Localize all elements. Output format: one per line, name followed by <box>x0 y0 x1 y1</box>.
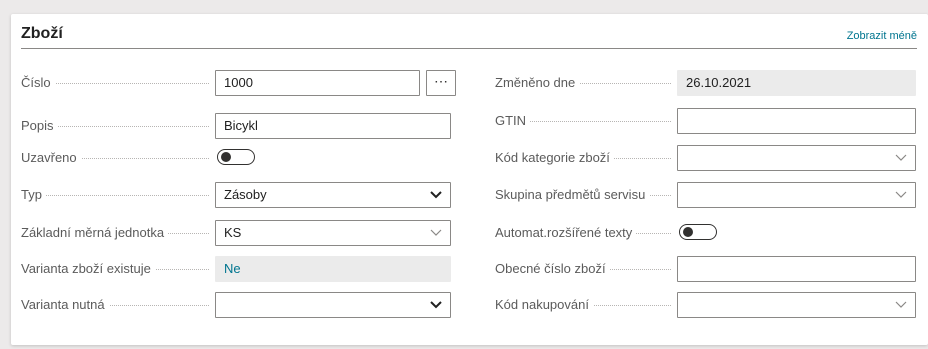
variant-mandatory-select[interactable] <box>215 292 451 318</box>
field-row-jednotka: Základní měrná jednotka KS <box>21 220 455 246</box>
type-select-value: Zásoby <box>224 187 267 202</box>
field-label: Změněno dne <box>495 70 675 96</box>
field-row-automat-texty: Automat.rozšířené texty <box>495 220 917 246</box>
description-input[interactable]: Bicykl <box>215 113 451 139</box>
field-row-zmeneno: Změněno dne 26.10.2021 <box>495 70 917 96</box>
chevron-down-icon <box>895 191 907 198</box>
chevron-down-icon <box>895 301 907 308</box>
card-header: Zboží Zobrazit méně <box>21 22 917 49</box>
field-label: Číslo <box>21 70 213 96</box>
field-row-obecne-cislo: Obecné číslo zboží <box>495 256 917 282</box>
chevron-down-icon <box>895 154 907 161</box>
card-title: Zboží <box>21 25 63 42</box>
service-item-group-select[interactable] <box>677 182 916 208</box>
field-row-cislo: Číslo 1000 ⋯ <box>21 70 456 96</box>
field-row-varianta-nutna: Varianta nutná <box>21 292 455 318</box>
last-modified-value: 26.10.2021 <box>677 70 916 96</box>
common-item-no-input[interactable] <box>677 256 916 282</box>
automatic-ext-texts-toggle[interactable] <box>679 224 717 240</box>
base-unit-value: KS <box>224 225 242 240</box>
field-row-typ: Typ Zásoby <box>21 182 455 208</box>
gtin-input[interactable] <box>677 108 916 134</box>
field-label: Základní měrná jednotka <box>21 220 213 246</box>
field-label: Kód nakupování <box>495 292 675 318</box>
field-label: Typ <box>21 182 213 208</box>
ellipsis-icon[interactable]: ⋯ <box>426 70 456 96</box>
field-label: Varianta nutná <box>21 292 213 318</box>
field-label: Automat.rozšířené texty <box>495 220 675 246</box>
item-category-select[interactable] <box>677 145 916 171</box>
chevron-down-icon <box>430 191 442 199</box>
field-label: Varianta zboží existuje <box>21 256 213 282</box>
toggle-knob <box>683 227 693 237</box>
field-row-varianta-existuje: Varianta zboží existuje Ne <box>21 256 455 282</box>
field-label: GTIN <box>495 108 675 134</box>
field-label: Uzavřeno <box>21 145 213 171</box>
field-label: Popis <box>21 113 213 139</box>
show-less-link[interactable]: Zobrazit méně <box>847 30 917 42</box>
chevron-down-icon <box>430 301 442 309</box>
toggle-knob <box>221 152 231 162</box>
blocked-toggle[interactable] <box>217 149 255 165</box>
variant-exists-value[interactable]: Ne <box>215 256 451 282</box>
base-unit-select[interactable]: KS <box>215 220 451 246</box>
item-card: Zboží Zobrazit méně Číslo 1000 ⋯ Popis B… <box>11 14 928 345</box>
field-label: Skupina předmětů servisu <box>495 182 675 208</box>
field-label: Obecné číslo zboží <box>495 256 675 282</box>
number-input[interactable]: 1000 <box>215 70 420 96</box>
field-row-uzavreno: Uzavřeno <box>21 145 455 171</box>
field-row-kategorie: Kód kategorie zboží <box>495 145 917 171</box>
field-row-skupina-servisu: Skupina předmětů servisu <box>495 182 917 208</box>
purchasing-code-select[interactable] <box>677 292 916 318</box>
field-row-popis: Popis Bicykl <box>21 113 455 139</box>
field-label: Kód kategorie zboží <box>495 145 675 171</box>
field-row-gtin: GTIN <box>495 108 917 134</box>
chevron-down-icon <box>430 229 442 236</box>
type-select[interactable]: Zásoby <box>215 182 451 208</box>
field-row-kod-nakupovani: Kód nakupování <box>495 292 917 318</box>
